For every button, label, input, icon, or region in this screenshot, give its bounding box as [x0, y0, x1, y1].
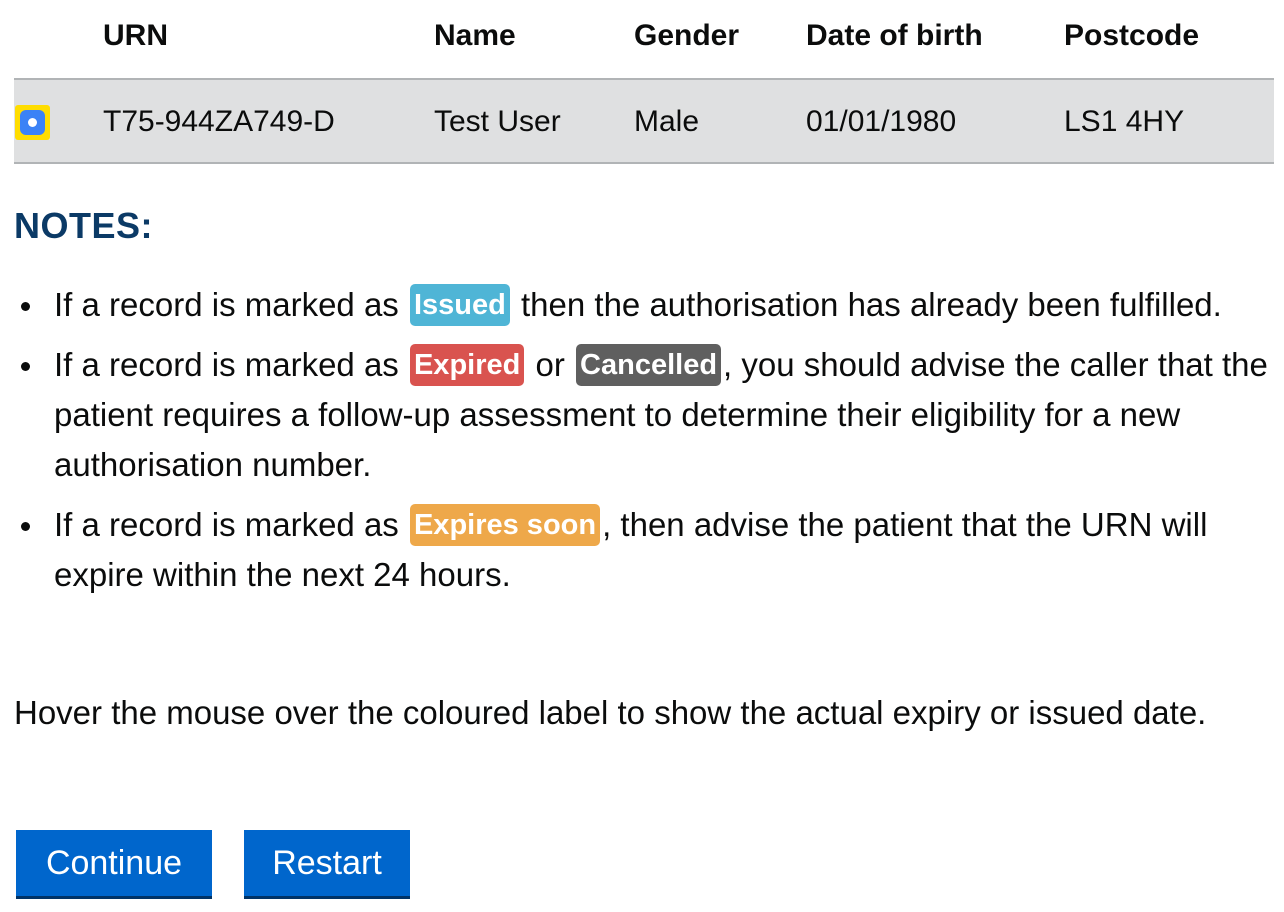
expires-soon-tag[interactable]: Expires soon: [409, 504, 601, 546]
note-item-expires-soon: If a record is marked as Expires soon, t…: [21, 500, 1269, 600]
column-header-name: Name: [434, 19, 516, 52]
cell-urn: T75-944ZA749-D: [103, 105, 335, 138]
cell-name: Test User: [434, 105, 561, 138]
table-header: URN Name Gender Date of birth Postcode: [14, 0, 1274, 80]
column-header-postcode: Postcode: [1064, 19, 1200, 52]
page: URN Name Gender Date of birth Postcode T…: [0, 0, 1284, 912]
restart-button[interactable]: Restart: [244, 830, 410, 896]
notes-heading: NOTES:: [14, 205, 154, 246]
notes-list: If a record is marked as Issued then the…: [21, 280, 1269, 610]
expired-tag[interactable]: Expired: [409, 344, 525, 386]
continue-button[interactable]: Continue: [16, 830, 212, 896]
column-header-dob: Date of birth: [806, 19, 983, 52]
table-row[interactable]: T75-944ZA749-D Test User Male 01/01/1980…: [14, 80, 1274, 164]
column-header-gender: Gender: [634, 19, 740, 52]
note-text: If a record is marked as: [54, 506, 408, 543]
cell-postcode: LS1 4HY: [1064, 105, 1185, 138]
results-table: URN Name Gender Date of birth Postcode T…: [14, 0, 1274, 164]
cell-dob: 01/01/1980: [806, 105, 957, 138]
note-item-expired: If a record is marked as Expired or Canc…: [21, 340, 1269, 490]
radio-selected-icon: [20, 110, 45, 135]
issued-tag[interactable]: Issued: [409, 284, 510, 326]
cancelled-tag[interactable]: Cancelled: [576, 344, 722, 386]
row-select-radio[interactable]: [15, 105, 50, 140]
note-text: then the authorisation has already been …: [511, 286, 1222, 323]
note-text: or: [526, 346, 575, 383]
note-text: If a record is marked as: [54, 286, 408, 323]
note-item-issued: If a record is marked as Issued then the…: [21, 280, 1269, 330]
hover-hint: Hover the mouse over the coloured label …: [14, 694, 1207, 731]
column-header-urn: URN: [103, 19, 168, 52]
note-text: If a record is marked as: [54, 346, 408, 383]
cell-gender: Male: [634, 105, 700, 138]
